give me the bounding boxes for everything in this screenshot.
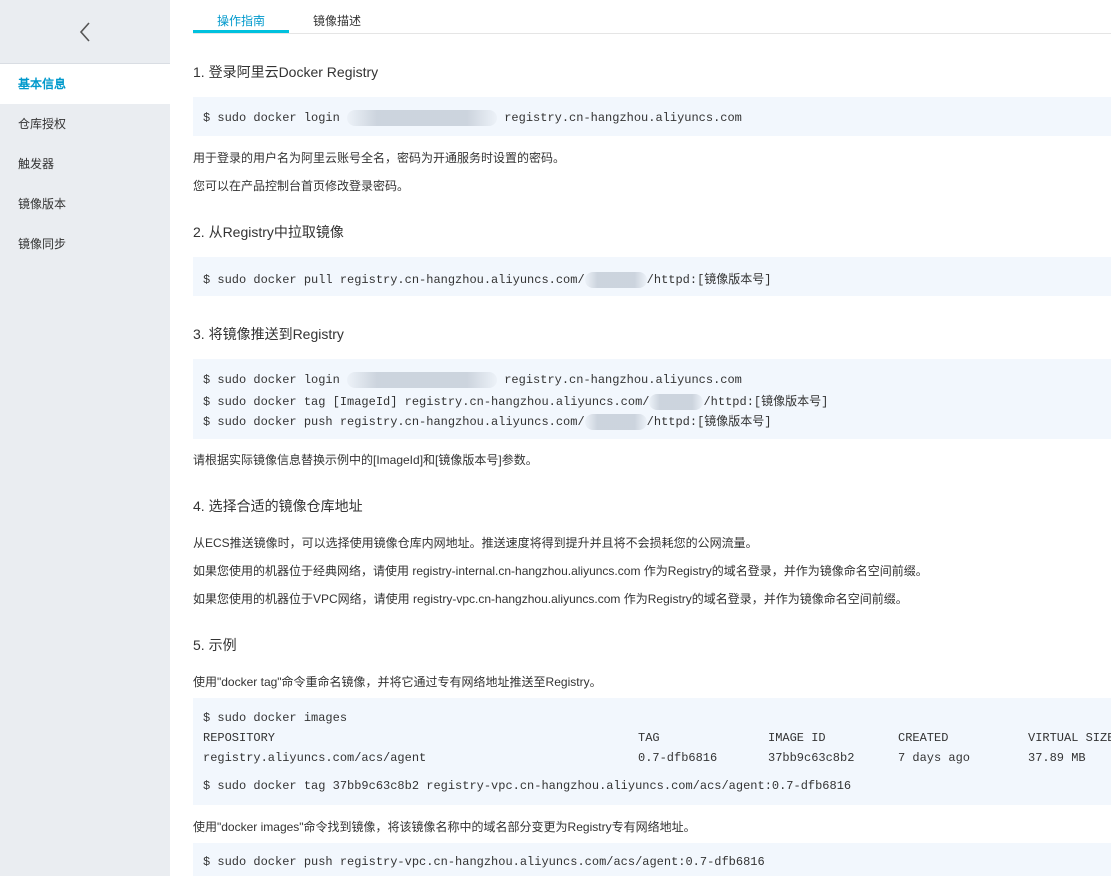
chevron-left-icon [79,21,90,42]
table-header: IMAGE ID [768,731,826,745]
main-content: 操作指南 镜像描述 1. 登录阿里云Docker Registry $ sudo… [193,0,1111,876]
code-text: /httpd:[镜像版本号] [646,415,772,429]
code-text: /httpd:[镜像版本号] [646,273,772,287]
code-text: /httpd:[镜像版本号] [703,395,829,409]
tab-image-description[interactable]: 镜像描述 [289,0,385,33]
sidebar-item-repo-auth[interactable]: 仓库授权 [0,104,170,144]
note-text: 用于登录的用户名为阿里云账号全名，密码为开通服务时设置的密码。 [193,151,566,165]
code-text: $ sudo docker login [203,111,340,126]
section-title-address: 4. 选择合适的镜像仓库地址 [193,498,363,514]
section-title-example: 5. 示例 [193,637,237,653]
section-title-push: 3. 将镜像推送到Registry [193,326,344,342]
code-text: $ sudo docker tag [ImageId] registry.cn-… [203,395,650,409]
table-header: CREATED [898,731,949,745]
note-text: 从ECS推送镜像时，可以选择使用镜像仓库内网地址。推送速度将得到提升并且将不会损… [193,536,758,550]
note-text: 使用"docker images"命令找到镜像，将该镜像名称中的域名部分变更为R… [193,820,696,834]
section-title-login: 1. 登录阿里云Docker Registry [193,64,379,80]
code-text: $ sudo docker pull registry.cn-hangzhou.… [203,273,585,287]
back-button[interactable] [0,0,170,64]
code-line: $ sudo docker push registry-vpc.cn-hangz… [203,855,765,869]
code-block-pull: $ sudo docker pull registry.cn-hangzhou.… [193,257,1111,296]
code-line: $ sudo docker push registry.cn-hangzhou.… [203,412,771,430]
code-text: registry.cn-hangzhou.aliyuncs.com [504,373,742,388]
code-block-push: $ sudo docker login registry.cn-hangzhou… [193,359,1111,439]
table-header: TAG [638,731,660,745]
note-text: 请根据实际镜像信息替换示例中的[ImageId]和[镜像版本号]参数。 [193,453,538,467]
code-block-push-vpc: $ sudo docker push registry-vpc.cn-hangz… [193,843,1111,876]
code-block-example: $ sudo docker images REPOSITORY TAG IMAG… [193,698,1111,805]
tab-operation-guide[interactable]: 操作指南 [193,0,289,33]
redacted-username [347,110,498,126]
table-header: VIRTUAL SIZE [1028,731,1111,745]
table-cell: 7 days ago [898,751,971,765]
code-line: $ sudo docker images [203,711,348,725]
redacted-namespace [584,413,647,430]
redacted-namespace [584,271,647,288]
sidebar-item-image-versions[interactable]: 镜像版本 [0,184,170,224]
sidebar-item-triggers[interactable]: 触发器 [0,144,170,184]
sidebar-item-image-sync[interactable]: 镜像同步 [0,224,170,264]
note-text: 使用"docker tag"命令重命名镜像，并将它通过专有网络地址推送至Regi… [193,675,602,689]
table-cell: registry.aliyuncs.com/acs/agent [203,751,427,765]
code-line: $ sudo docker tag [ImageId] registry.cn-… [203,392,828,410]
sidebar: 基本信息 仓库授权 触发器 镜像版本 镜像同步 [0,0,170,876]
section-title-pull: 2. 从Registry中拉取镜像 [193,224,344,240]
sidebar-item-basic-info[interactable]: 基本信息 [0,64,170,104]
redacted-namespace [649,393,704,410]
code-line: $ sudo docker tag 37bb9c63c8b2 registry-… [203,779,852,793]
redacted-username [347,372,498,388]
note-text: 如果您使用的机器位于经典网络，请使用 registry-internal.cn-… [193,564,928,578]
code-line: $ sudo docker login registry.cn-hangzhou… [203,372,742,388]
code-line: $ sudo docker pull registry.cn-hangzhou.… [203,270,771,288]
table-cell: 37bb9c63c8b2 [768,751,855,765]
tab-bar: 操作指南 镜像描述 [193,0,1111,34]
table-cell: 0.7-dfb6816 [638,751,718,765]
table-header: REPOSITORY [203,731,276,745]
code-text: $ sudo docker login [203,373,340,388]
table-cell: 37.89 MB [1028,751,1086,765]
code-text: registry.cn-hangzhou.aliyuncs.com [504,111,742,126]
note-text: 您可以在产品控制台首页修改登录密码。 [193,179,410,193]
note-text: 如果您使用的机器位于VPC网络，请使用 registry-vpc.cn-hang… [193,592,908,606]
code-line: $ sudo docker login registry.cn-hangzhou… [203,110,742,126]
code-block-login: $ sudo docker login registry.cn-hangzhou… [193,97,1111,136]
code-text: $ sudo docker push registry.cn-hangzhou.… [203,415,585,429]
